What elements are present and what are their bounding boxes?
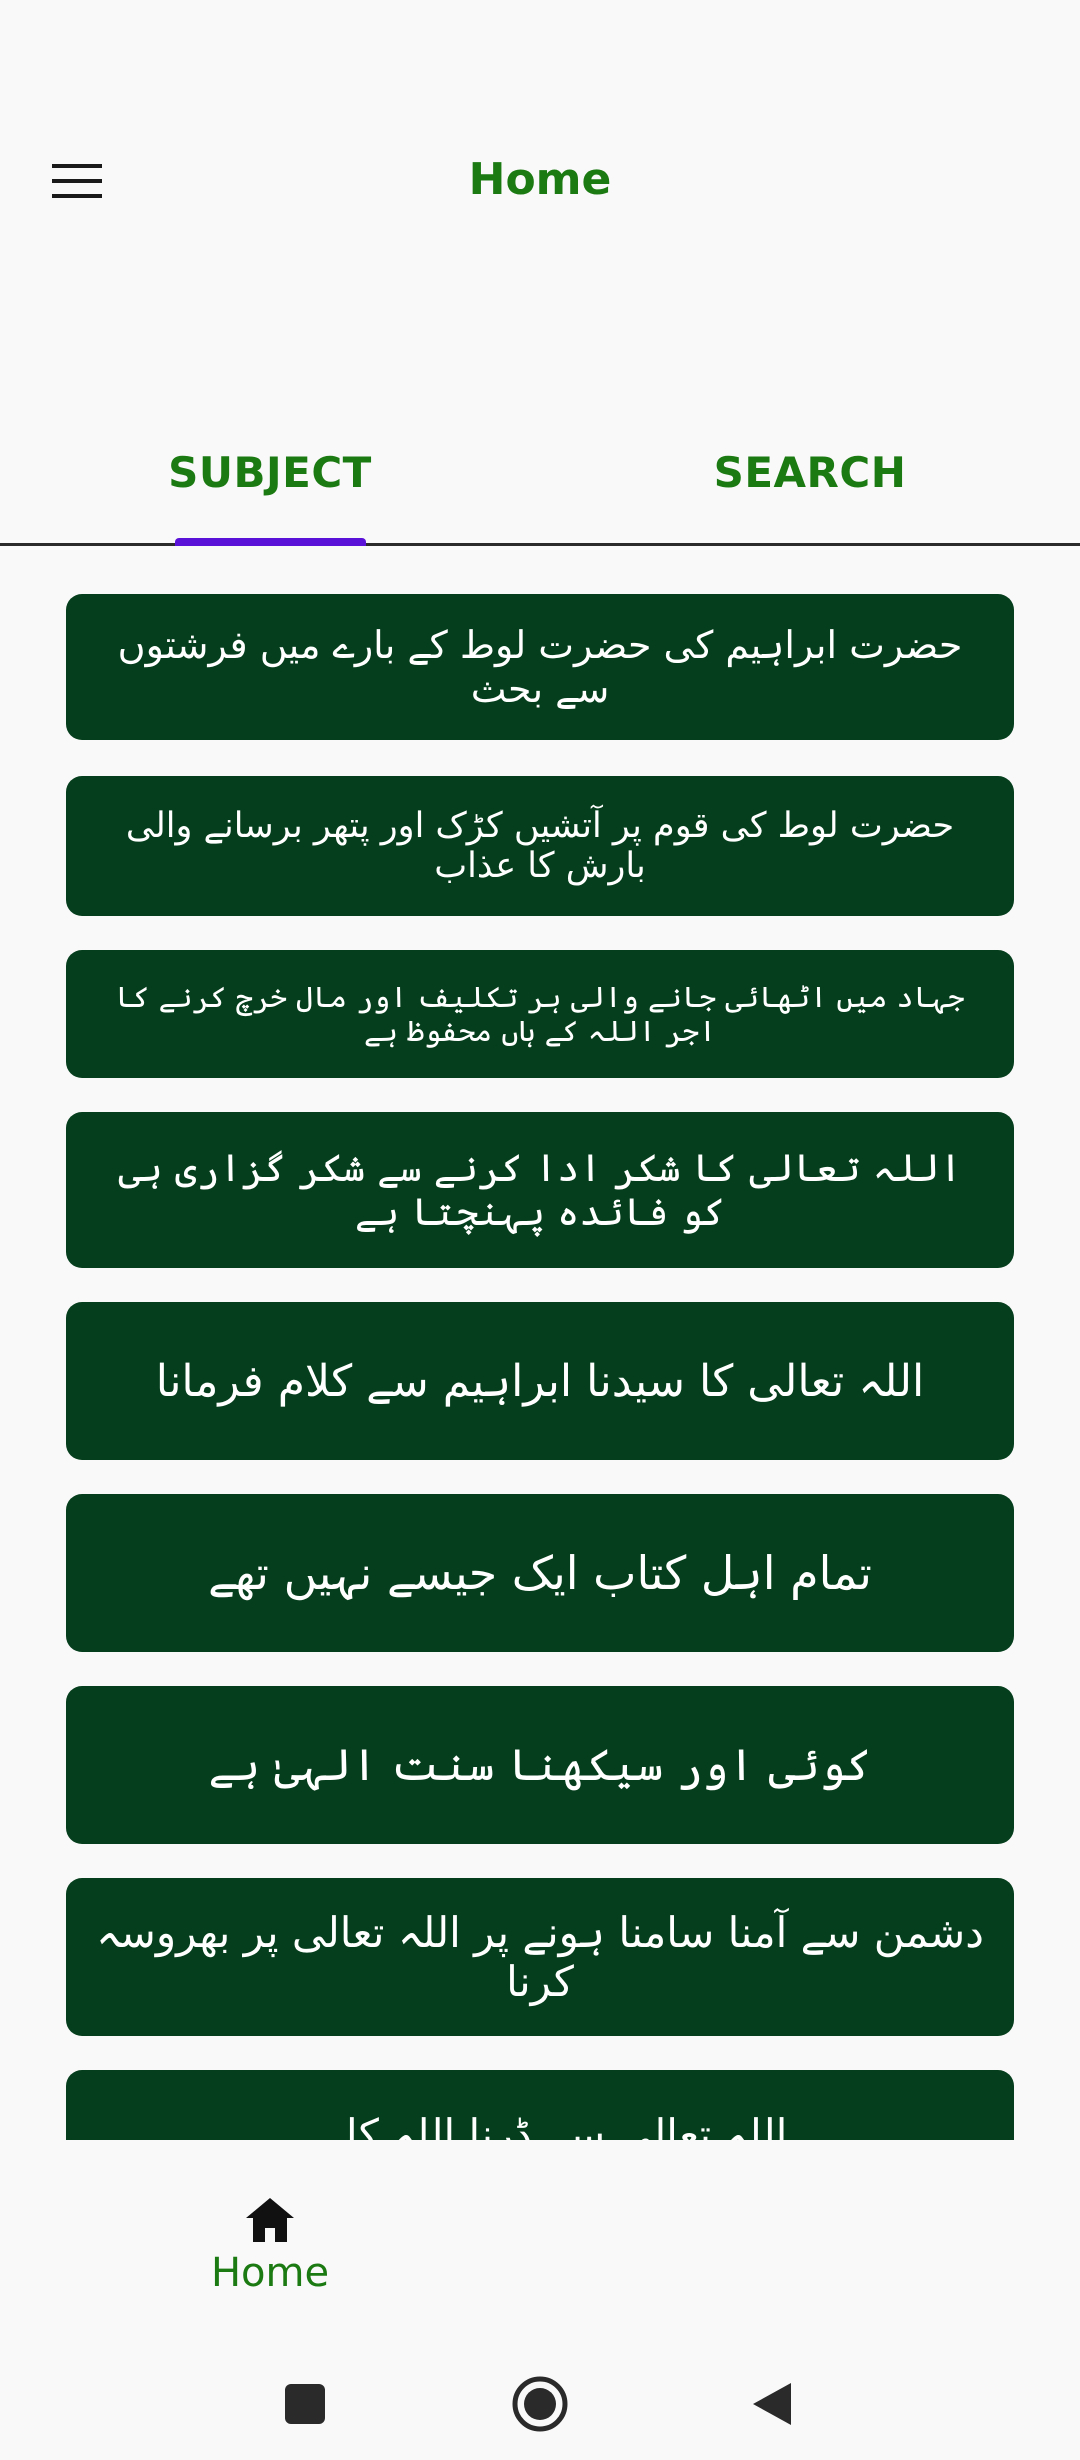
subject-card-label: تمام اہل کتاب ایک جیسے نہیں تھے [208,1546,872,1600]
subject-card[interactable]: اللہ تعالی کا شکر ادا کرنے سے شکر گزاری … [66,1112,1014,1268]
subject-card-label: کوئی اور سیکھنا سنت الہیٰ ہے [208,1739,872,1791]
subject-card[interactable]: کوئی اور سیکھنا سنت الہیٰ ہے [66,1686,1014,1844]
nav-home-label: Home [210,2250,330,2296]
tab-subject-label: SUBJECT [168,448,372,497]
subject-card[interactable]: تمام اہل کتاب ایک جیسے نہیں تھے [66,1494,1014,1652]
tab-selected-indicator [175,538,366,546]
subject-card[interactable]: حضرت لوط کی قوم پر آتشیں کڑک اور پتھر بر… [66,776,1014,916]
subject-card-label: حضرت لوط کی قوم پر آتشیں کڑک اور پتھر بر… [125,806,955,886]
subject-card[interactable]: حضرت ابراہیم کی حضرت لوط کے بارے میں فرش… [66,594,1014,740]
nav-home[interactable]: Home [180,2196,360,2306]
back-button[interactable] [732,2364,812,2444]
tab-search[interactable]: SEARCH [540,430,1080,543]
subject-card-label: جہاد میں اٹھائی جانے والی ہر تکلیف اور م… [115,980,965,1048]
triangle-back-icon [753,2383,791,2425]
home-icon [246,2198,294,2242]
subject-card-label: دشمن سے آمنا سامنا ہونے پر اللہ تعالی پر… [96,1908,984,2006]
subject-card[interactable]: اللہ تعالی سے ڈرنا اللہ کا ... [66,2070,1014,2140]
subject-card-label: حضرت ابراہیم کی حضرت لوط کے بارے میں فرش… [117,623,963,711]
subject-card[interactable]: اللہ تعالی کا سیدنا ابراہیم سے کلام فرما… [66,1302,1014,1460]
subject-card[interactable]: جہاد میں اٹھائی جانے والی ہر تکلیف اور م… [66,950,1014,1078]
subject-list[interactable]: حضرت ابراہیم کی حضرت لوط کے بارے میں فرش… [0,546,1080,2140]
app-bar: Home [0,110,1080,254]
tab-bar: SUBJECT SEARCH [0,430,1080,546]
system-home-button[interactable] [500,2364,580,2444]
status-bar [0,0,1080,100]
circle-home-icon [512,2376,568,2432]
page-title: Home [468,154,612,205]
subject-card-label: اللہ تعالی کا شکر ادا کرنے سے شکر گزاری … [118,1146,962,1234]
tab-search-label: SEARCH [713,448,907,497]
subject-card-label: اللہ تعالی سے ڈرنا اللہ کا ... [292,2110,788,2140]
system-navigation-bar [0,2340,1080,2460]
bottom-navigation: Home [0,2140,1080,2340]
square-recents-icon [285,2384,325,2424]
subject-card-label: اللہ تعالی کا سیدنا ابراہیم سے کلام فرما… [155,1355,925,1407]
subject-card[interactable]: دشمن سے آمنا سامنا ہونے پر اللہ تعالی پر… [66,1878,1014,2036]
tab-subject[interactable]: SUBJECT [0,430,540,543]
recents-button[interactable] [265,2364,345,2444]
